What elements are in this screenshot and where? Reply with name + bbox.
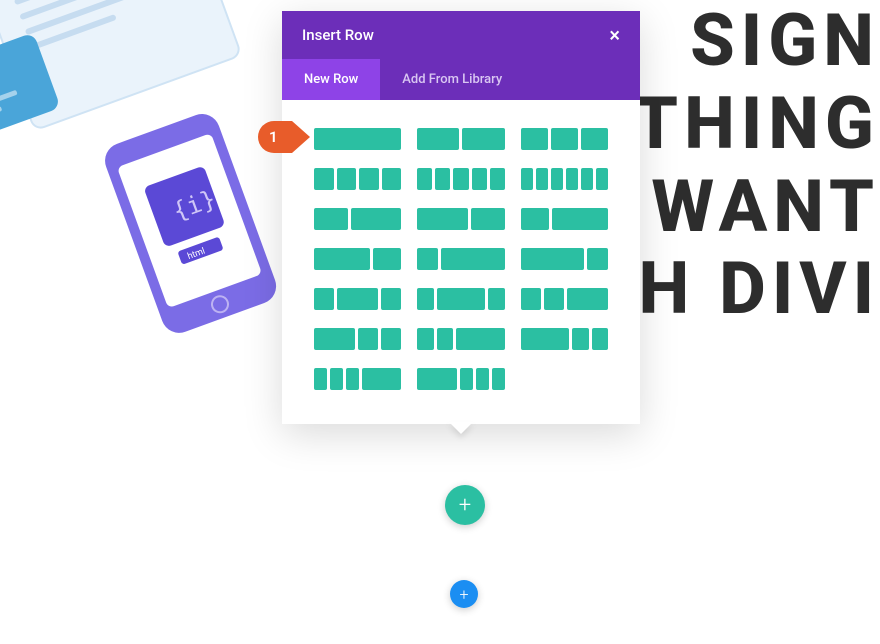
layout-column	[456, 328, 505, 350]
layout-column	[417, 208, 468, 230]
layout-column	[358, 328, 378, 350]
layout-column	[471, 208, 505, 230]
layout-column	[417, 128, 459, 150]
layout-column	[330, 368, 343, 390]
layout-option-1-4-1-2-1-4[interactable]	[314, 288, 401, 310]
layout-option-1-5-3-5-1-5[interactable]	[417, 288, 504, 310]
layout-option-1-2-1-4-1-4[interactable]	[314, 328, 401, 350]
layout-column	[381, 288, 401, 310]
layout-column	[359, 168, 379, 190]
layout-column	[314, 328, 355, 350]
layout-option-3col[interactable]	[521, 128, 608, 150]
layout-column	[346, 368, 359, 390]
layout-column	[521, 168, 533, 190]
tab-add-from-library[interactable]: Add From Library	[380, 59, 524, 100]
close-icon[interactable]: ×	[609, 25, 620, 45]
layout-column	[587, 248, 608, 270]
modal-header: Insert Row ×	[282, 11, 640, 59]
modal-tabs: New Row Add From Library	[282, 59, 640, 100]
layout-column	[472, 168, 487, 190]
svg-text:html: html	[186, 247, 206, 263]
layout-column	[362, 368, 401, 390]
layout-column	[314, 248, 370, 270]
modal-pointer-icon	[449, 422, 473, 434]
layout-column	[490, 168, 505, 190]
layout-column	[492, 368, 505, 390]
layout-option-2-3-1-3[interactable]	[314, 248, 401, 270]
layout-column	[596, 168, 608, 190]
layout-option-5col[interactable]	[417, 168, 504, 190]
layout-column	[460, 368, 473, 390]
layout-column	[314, 168, 334, 190]
layout-column	[567, 288, 608, 310]
layout-column	[572, 328, 588, 350]
layout-column	[488, 288, 504, 310]
layout-column	[441, 248, 504, 270]
layout-column	[314, 368, 327, 390]
layout-column	[476, 368, 489, 390]
layout-column	[552, 208, 608, 230]
plus-icon: +	[459, 493, 471, 518]
layout-column	[314, 208, 348, 230]
layouts-grid	[314, 128, 608, 390]
layout-column	[417, 368, 456, 390]
layout-column	[382, 168, 402, 190]
add-section-button[interactable]: +	[450, 580, 478, 608]
modal-title: Insert Row	[302, 26, 374, 44]
layout-column	[337, 288, 378, 310]
layout-column	[381, 328, 401, 350]
layout-option-3-5col[interactable]	[417, 208, 504, 230]
layout-column	[337, 168, 357, 190]
layout-column	[521, 128, 548, 150]
layout-option-2-5col[interactable]	[314, 208, 401, 230]
tab-new-row[interactable]: New Row	[282, 59, 380, 100]
layout-option-2col[interactable]	[417, 128, 504, 150]
marker-badge: 1	[258, 121, 292, 153]
layout-option-4col[interactable]	[314, 168, 401, 190]
layout-option-1-4-1-4-1-2[interactable]	[521, 288, 608, 310]
layout-column	[581, 128, 608, 150]
layout-column	[437, 288, 486, 310]
layout-column	[314, 128, 401, 150]
layout-column	[544, 288, 564, 310]
layout-column	[417, 288, 433, 310]
layout-column	[373, 248, 401, 270]
layout-column	[551, 168, 563, 190]
layout-option-6col[interactable]	[521, 168, 608, 190]
svg-text:{i}: {i}	[169, 185, 219, 226]
layout-column	[437, 328, 453, 350]
layout-column	[462, 128, 504, 150]
layout-option-1-2-1-6-1-6-1-6[interactable]	[417, 368, 504, 390]
layout-column	[521, 208, 549, 230]
layout-column	[581, 168, 593, 190]
hero-background-text: SIGN THING WANT H DIVI	[627, 0, 880, 331]
layout-column	[435, 168, 450, 190]
layout-option-1-6-1-6-1-6-1-2[interactable]	[314, 368, 401, 390]
layout-option-1-3-2-3[interactable]	[521, 208, 608, 230]
layout-column	[351, 208, 402, 230]
layout-option-1col[interactable]	[314, 128, 401, 150]
layout-column	[536, 168, 548, 190]
layout-option-1-4-3-4[interactable]	[417, 248, 504, 270]
layout-column	[417, 168, 432, 190]
annotation-marker: 1	[258, 121, 292, 153]
layout-column	[551, 128, 578, 150]
layout-column	[453, 168, 468, 190]
plus-icon: +	[459, 585, 468, 604]
layout-option-3-5-1-5-1-5[interactable]	[521, 328, 608, 350]
layout-column	[566, 168, 578, 190]
layout-column	[521, 288, 541, 310]
layout-column	[417, 248, 438, 270]
layout-option-3-4-1-4[interactable]	[521, 248, 608, 270]
layout-column	[592, 328, 608, 350]
layout-column	[417, 328, 433, 350]
add-row-button[interactable]: +	[445, 485, 485, 525]
insert-row-modal: Insert Row × New Row Add From Library	[282, 11, 640, 424]
modal-body	[282, 100, 640, 424]
layout-column	[521, 328, 570, 350]
layout-column	[521, 248, 584, 270]
layout-option-1-5-1-5-3-5[interactable]	[417, 328, 504, 350]
layout-column	[314, 288, 334, 310]
